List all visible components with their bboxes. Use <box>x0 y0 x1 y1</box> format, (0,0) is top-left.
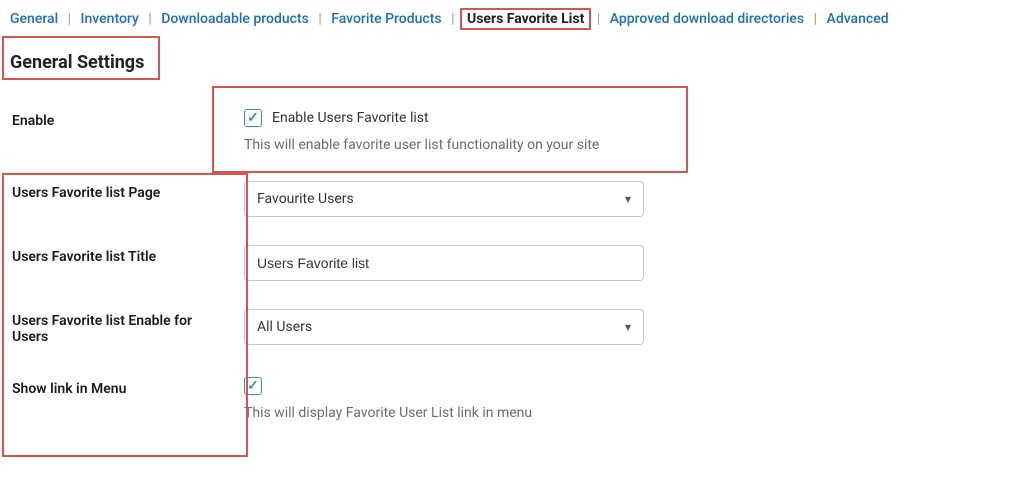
favorite-list-title-input[interactable] <box>244 245 644 281</box>
label-enable-for: Users Favorite list Enable for Users <box>0 295 240 363</box>
tab-downloadable-products[interactable]: Downloadable products <box>157 9 313 29</box>
tab-separator: | <box>318 11 321 27</box>
tab-separator: | <box>814 11 817 27</box>
tab-advanced[interactable]: Advanced <box>823 9 893 29</box>
row-enable: Enable ✓ Enable Users Favorite list This… <box>0 95 1024 167</box>
settings-tabs: General | Inventory | Downloadable produ… <box>0 0 1024 36</box>
tab-approved-download-directories[interactable]: Approved download directories <box>606 9 808 29</box>
show-link-checkbox[interactable]: ✓ <box>244 377 262 395</box>
enable-checkbox[interactable]: ✓ <box>244 109 262 127</box>
tab-separator: | <box>451 11 454 27</box>
tab-separator: | <box>148 11 151 27</box>
show-link-description: This will display Favorite User List lin… <box>244 405 1008 421</box>
label-enable: Enable <box>0 95 240 167</box>
tab-favorite-products[interactable]: Favorite Products <box>327 9 445 29</box>
enable-checkbox-label: Enable Users Favorite list <box>272 110 429 126</box>
tab-general[interactable]: General <box>6 9 62 29</box>
favorite-list-page-select[interactable]: Favourite Users ▾ <box>244 181 644 217</box>
page-title: General Settings <box>10 52 144 73</box>
tab-separator: | <box>68 11 71 27</box>
row-title-input: Users Favorite list Title <box>0 231 1024 295</box>
row-page-select: Users Favorite list Page Favourite Users… <box>0 167 1024 231</box>
enable-description: This will enable favorite user list func… <box>244 137 1008 153</box>
chevron-down-icon: ▾ <box>625 192 631 206</box>
label-page-select: Users Favorite list Page <box>0 167 240 231</box>
row-show-link: Show link in Menu ✓ This will display Fa… <box>0 363 1024 435</box>
enable-for-users-value: All Users <box>257 319 312 335</box>
tab-users-favorite-list[interactable]: Users Favorite List <box>460 8 591 30</box>
tab-inventory[interactable]: Inventory <box>77 9 143 29</box>
row-enable-for: Users Favorite list Enable for Users All… <box>0 295 1024 363</box>
label-show-link: Show link in Menu <box>0 363 240 435</box>
chevron-down-icon: ▾ <box>625 320 631 334</box>
favorite-list-page-value: Favourite Users <box>257 191 354 207</box>
label-title-input: Users Favorite list Title <box>0 231 240 295</box>
tab-separator: | <box>597 11 600 27</box>
enable-for-users-select[interactable]: All Users ▾ <box>244 309 644 345</box>
settings-form: Enable ✓ Enable Users Favorite list This… <box>0 95 1024 435</box>
